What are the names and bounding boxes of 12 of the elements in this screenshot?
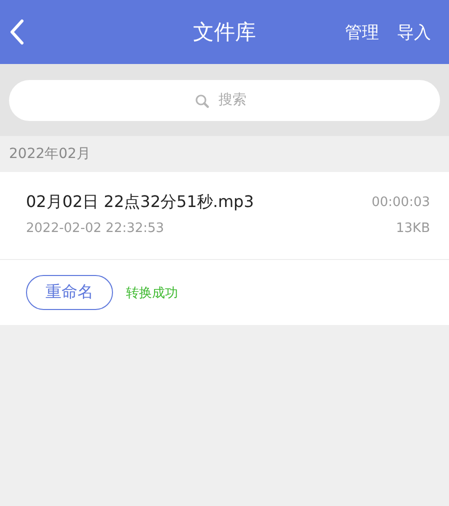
group-label: 2022年02月 xyxy=(9,145,90,163)
file-name: 02月02日 22点32分51秒.mp3 xyxy=(26,192,254,213)
rename-button[interactable]: 重命名 xyxy=(26,275,113,310)
header-action[interactable]: 管理 xyxy=(345,20,379,44)
search-field[interactable]: 搜索 xyxy=(9,80,440,120)
header-action[interactable]: 导入 xyxy=(397,20,431,44)
page-title: 文件库 xyxy=(192,19,257,46)
file-duration: 00:00:03 xyxy=(372,195,430,210)
file-date: 2022-02-02 22:32:53 xyxy=(26,221,164,236)
back-icon[interactable] xyxy=(10,19,24,45)
file-size: 13KB xyxy=(396,221,430,236)
status-text: 转换成功 xyxy=(126,284,178,302)
